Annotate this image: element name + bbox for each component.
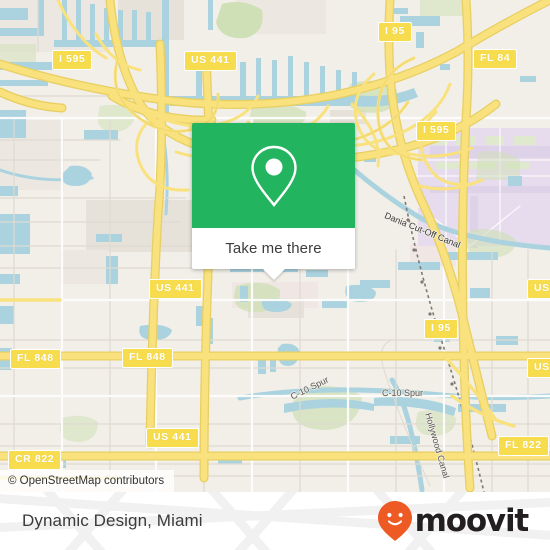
road-shield: CR 822 xyxy=(8,450,62,470)
osm-attribution[interactable]: © OpenStreetMap contributors xyxy=(0,470,175,492)
footer-bar: Dynamic Design, Miami moovit xyxy=(0,492,550,550)
road-shield: US xyxy=(527,279,550,299)
map-canvas[interactable]: .w { fill:#aad3df; } .wl { stroke:#aad3d… xyxy=(0,0,550,492)
footer-content: Dynamic Design, Miami moovit xyxy=(0,492,550,550)
road-shield: US 441 xyxy=(149,279,202,299)
moovit-wordmark: moovit xyxy=(414,502,530,539)
take-me-there-label: Take me there xyxy=(225,240,322,257)
place-title: Dynamic Design, Miami xyxy=(22,511,203,530)
map-feature-label: C-10 Spur xyxy=(382,388,424,398)
road-shield: US 441 xyxy=(146,428,199,448)
road-shield: I 595 xyxy=(52,50,93,70)
road-shield: I 95 xyxy=(424,319,458,339)
moovit-pin-smiley-icon xyxy=(377,501,412,541)
location-popup-card[interactable]: Take me there xyxy=(192,123,355,280)
map-preview-screen: .w { fill:#aad3df; } .wl { stroke:#aad3d… xyxy=(0,0,550,550)
popup-pointer xyxy=(262,269,285,280)
popup-image-area xyxy=(192,123,355,228)
road-shield: I 595 xyxy=(416,121,457,141)
popup-action-area[interactable]: Take me there xyxy=(192,228,355,280)
osm-attribution-text: © OpenStreetMap contributors xyxy=(8,475,165,487)
road-shield: FL 84 xyxy=(473,49,518,69)
road-shield: FL 848 xyxy=(10,349,61,369)
road-shield: I 95 xyxy=(378,22,412,42)
moovit-logo[interactable]: moovit xyxy=(377,500,530,542)
road-shield: US xyxy=(527,358,550,378)
road-shield: FL 822 xyxy=(498,436,549,456)
road-shield: US 441 xyxy=(184,51,237,71)
map-pin-icon xyxy=(250,145,297,207)
road-shield: FL 848 xyxy=(122,348,173,368)
